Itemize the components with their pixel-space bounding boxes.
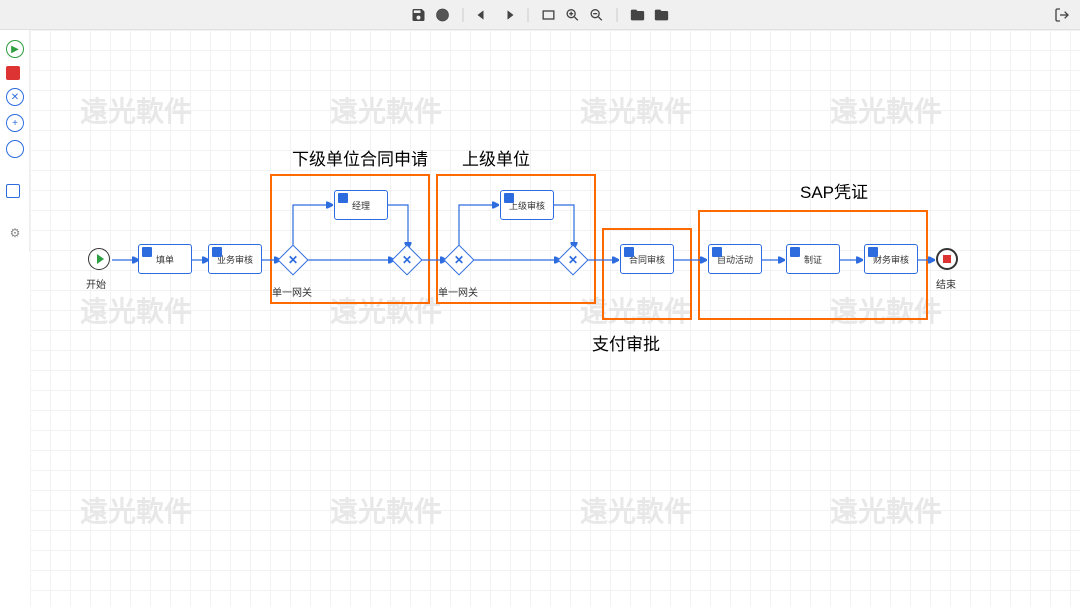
task-biz-review[interactable]: 业务审核: [208, 244, 262, 274]
end-event[interactable]: [936, 248, 958, 270]
task-label: 自动活动: [717, 253, 753, 266]
redo-icon[interactable]: [500, 7, 516, 23]
task-label: 填单: [156, 253, 174, 266]
palette-exclusive-gateway[interactable]: ✕: [6, 88, 24, 106]
watermark: 遠光軟件: [80, 290, 192, 330]
group-title-1: 下级单位合同申请: [292, 145, 428, 170]
gateway-label: 单一网关: [272, 284, 312, 299]
palette-intermediate-event[interactable]: [6, 140, 24, 158]
task-finance-review[interactable]: 财务审核: [864, 244, 918, 274]
task-manager[interactable]: 经理: [334, 190, 388, 220]
toolbar: [0, 0, 1080, 30]
watermark: 遠光軟件: [330, 90, 442, 130]
undo-icon[interactable]: [476, 7, 492, 23]
palette: ▶ ✕ + ⚙: [0, 30, 30, 252]
palette-task[interactable]: [6, 184, 20, 198]
exit-icon[interactable]: [1054, 7, 1070, 23]
group-title-3: 支付审批: [592, 330, 660, 355]
watermark: 遠光軟件: [330, 490, 442, 530]
task-make-voucher[interactable]: 制证: [786, 244, 840, 274]
start-label: 开始: [86, 276, 106, 291]
task-label: 财务审核: [873, 253, 909, 266]
zoom-in-icon[interactable]: [565, 7, 581, 23]
fit-to-screen-icon[interactable]: [541, 7, 557, 23]
task-label: 经理: [352, 199, 370, 212]
watermark: 遠光軟件: [830, 90, 942, 130]
task-contract-review[interactable]: 合同审核: [620, 244, 674, 274]
palette-end-event[interactable]: [6, 66, 20, 80]
gateway-label: 单一网关: [438, 284, 478, 299]
end-label: 结束: [936, 276, 956, 291]
task-fill-form[interactable]: 填单: [138, 244, 192, 274]
watermark: 遠光軟件: [80, 90, 192, 130]
group-box-3[interactable]: [602, 228, 692, 320]
task-label: 业务审核: [217, 253, 253, 266]
save-icon[interactable]: [411, 7, 427, 23]
start-event[interactable]: [88, 248, 110, 270]
watermark: 遠光軟件: [580, 490, 692, 530]
zoom-out-icon[interactable]: [589, 7, 605, 23]
canvas[interactable]: 遠光軟件 遠光軟件 遠光軟件 遠光軟件 遠光軟件 遠光軟件 遠光軟件 遠光軟件 …: [30, 30, 1080, 607]
folder-icon[interactable]: [654, 7, 670, 23]
palette-start-event[interactable]: ▶: [6, 40, 24, 58]
folder-add-icon[interactable]: [630, 7, 646, 23]
task-upper-review[interactable]: 上级审核: [500, 190, 554, 220]
task-label: 上级审核: [509, 199, 545, 212]
group-title-2: 上级单位: [462, 145, 530, 170]
group-title-4: SAP凭证: [800, 178, 868, 203]
task-auto-activity[interactable]: 自动活动: [708, 244, 762, 274]
task-label: 制证: [804, 253, 822, 266]
task-label: 合同审核: [629, 253, 665, 266]
watermark: 遠光軟件: [580, 90, 692, 130]
palette-settings-icon[interactable]: ⚙: [6, 224, 24, 242]
palette-parallel-gateway[interactable]: +: [6, 114, 24, 132]
globe-icon[interactable]: [435, 7, 451, 23]
watermark: 遠光軟件: [80, 490, 192, 530]
watermark: 遠光軟件: [830, 490, 942, 530]
